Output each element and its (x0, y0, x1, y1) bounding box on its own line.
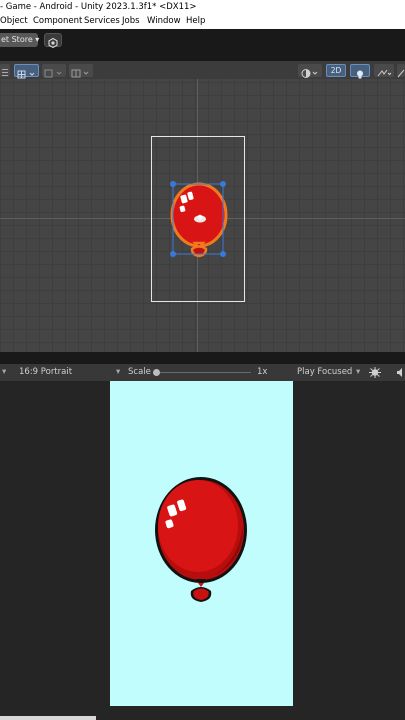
menu-item-component[interactable]: Component (33, 14, 82, 29)
snap-increment-icon (44, 69, 62, 78)
cloud-icon (48, 37, 58, 49)
snap-increment-button[interactable] (42, 64, 66, 78)
shading-sphere-icon (301, 69, 318, 78)
grid-visibility-button[interactable] (69, 64, 93, 78)
menu-item-services[interactable]: Services (84, 14, 120, 29)
scale-value: 1x (257, 367, 268, 377)
asset-store-button[interactable]: et Store ▾ (0, 33, 39, 47)
scale-slider-track[interactable] (157, 372, 251, 373)
grid-snap-toggle[interactable] (14, 64, 39, 79)
game-screen[interactable] (110, 381, 293, 706)
effects-icon (377, 69, 392, 77)
rect-tool-handles[interactable] (169, 180, 227, 258)
play-mode-chevron-icon[interactable]: ▾ (356, 364, 360, 381)
grid-visibility-icon (71, 69, 89, 78)
lighting-toggle[interactable] (350, 64, 370, 79)
chevron-down-icon[interactable]: ▾ (2, 364, 6, 381)
main-toolbar: et Store ▾ (0, 29, 405, 51)
menu-bar: Object Component Services Jobs Window He… (0, 14, 405, 29)
game-balloon-sprite[interactable] (153, 475, 253, 611)
eye-slash-icon (397, 69, 405, 78)
scene-view[interactable] (0, 79, 405, 352)
scene-visibility-button[interactable] (397, 64, 405, 78)
scene-tool-left[interactable] (0, 64, 10, 77)
handle-top-right[interactable] (220, 181, 226, 187)
shading-mode-button[interactable] (298, 64, 322, 78)
grip-icon (2, 69, 8, 76)
game-view[interactable] (0, 381, 405, 720)
2d-mode-toggle[interactable]: 2D (326, 64, 346, 77)
scale-slider-thumb[interactable] (153, 369, 160, 376)
scale-label: Scale (128, 367, 151, 377)
play-mode-dropdown[interactable]: Play Focused (297, 364, 352, 381)
window-title: - Game - Android - Unity 2023.1.3f1* <DX… (0, 2, 197, 12)
settings-bug-icon[interactable] (369, 367, 381, 378)
panel-separator (0, 352, 405, 364)
menu-item-window[interactable]: Window (147, 14, 181, 29)
window-title-bar: - Game - Android - Unity 2023.1.3f1* <DX… (0, 0, 405, 14)
speaker-icon[interactable] (396, 367, 405, 378)
cloud-button[interactable] (44, 33, 62, 49)
handle-top-left[interactable] (170, 181, 176, 187)
handle-bottom-left[interactable] (170, 251, 176, 257)
menu-item-jobs[interactable]: Jobs (122, 14, 140, 29)
fx-toggle[interactable] (374, 64, 394, 77)
handle-bottom-right[interactable] (220, 251, 226, 257)
game-toolbar: ▾ 16:9 Portrait ▾ Scale 1x Play Focused … (0, 364, 405, 382)
scene-toolbar: 2D (0, 61, 405, 80)
aspect-chevron-icon[interactable]: ▾ (116, 364, 120, 381)
menu-item-object[interactable]: Object (0, 14, 28, 29)
panel-gap (0, 51, 405, 61)
aspect-ratio-dropdown[interactable]: 16:9 Portrait (19, 364, 72, 381)
status-strip (0, 716, 96, 720)
menu-item-help[interactable]: Help (186, 14, 205, 29)
